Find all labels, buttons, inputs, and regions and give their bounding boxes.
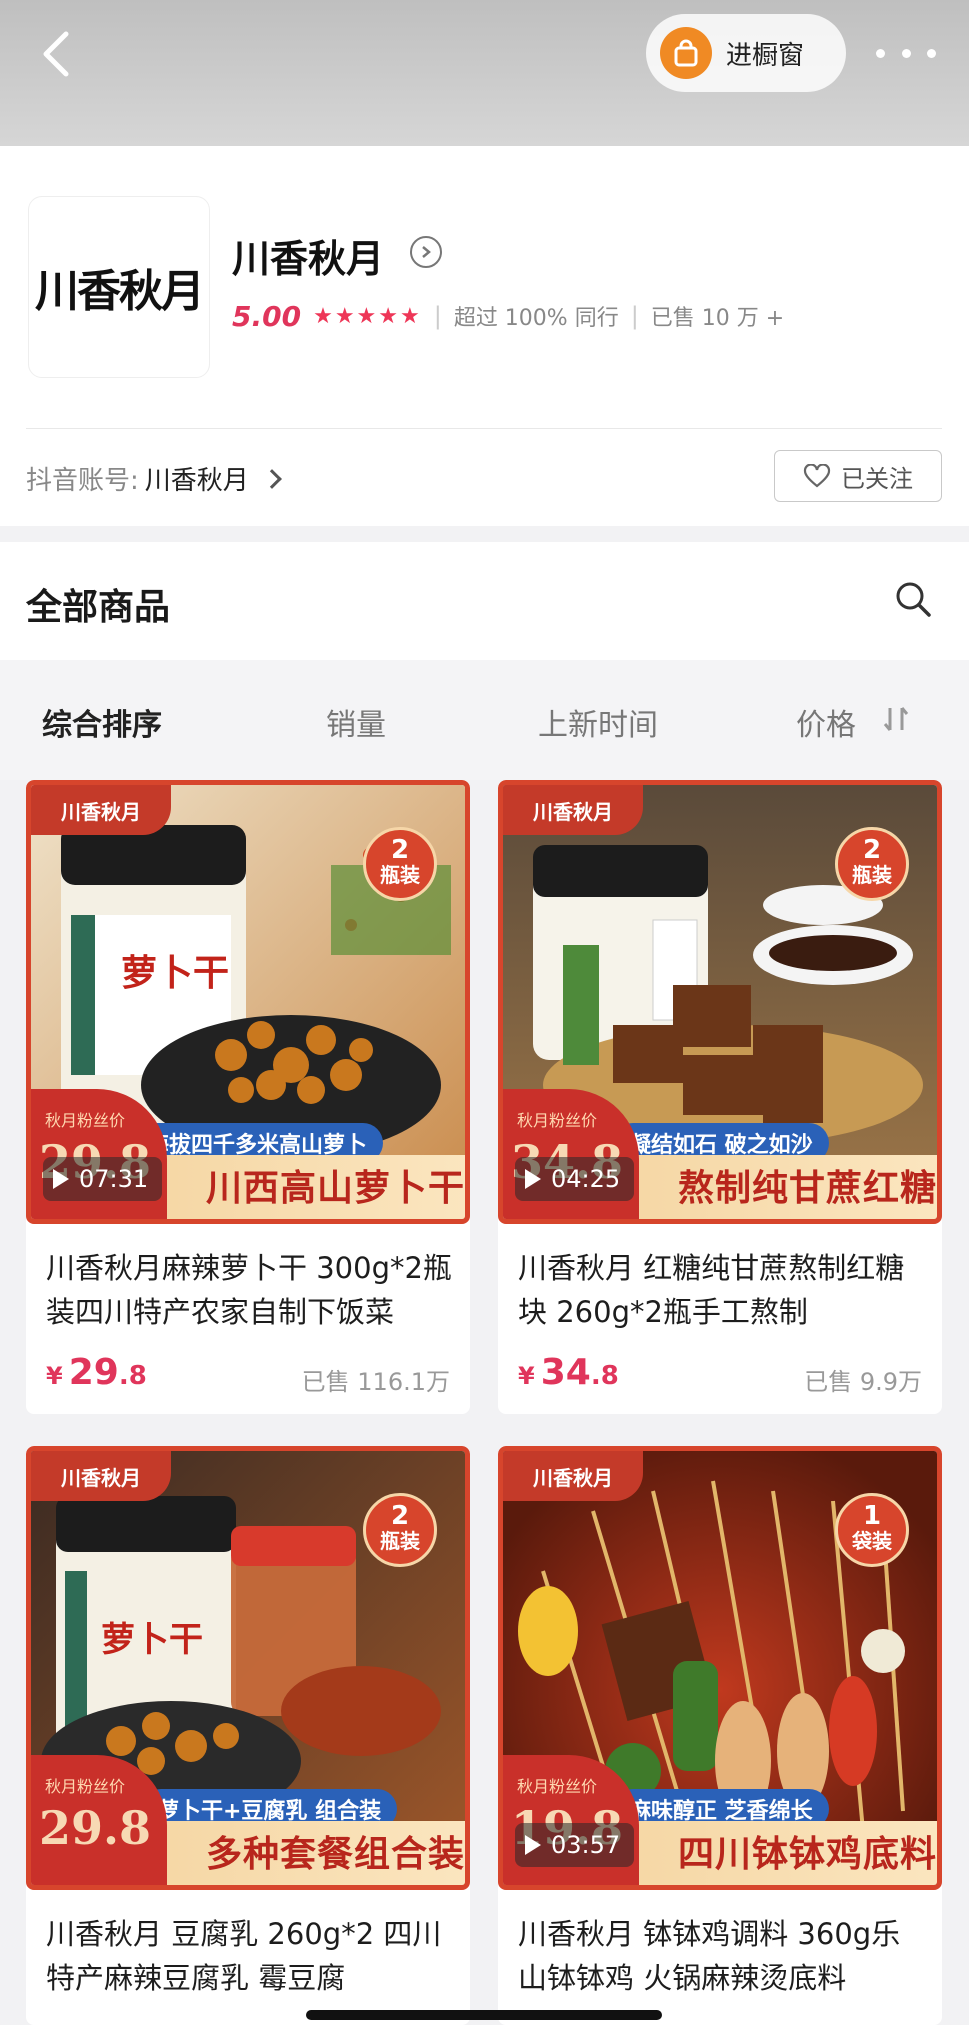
play-icon — [525, 1835, 541, 1855]
product-price: ¥29.8 — [46, 1352, 147, 1393]
product-title[interactable]: 川香秋月 红糖纯甘蔗熬制红糖块 260g*2瓶手工熬制 — [518, 1246, 928, 1334]
product-sold: 已售 9.9万 — [804, 1368, 922, 1396]
more-options-icon[interactable] — [876, 30, 936, 76]
shop-name[interactable]: 川香秋月 — [232, 228, 384, 283]
brand-tag: 川香秋月 — [503, 785, 643, 835]
shop-detail-chevron-icon[interactable] — [410, 236, 442, 268]
svg-text:萝卜干: 萝卜干 — [121, 952, 229, 994]
enter-window-label: 进橱窗 — [726, 40, 805, 71]
product-card[interactable]: 川香秋月 1袋装 麻味醇正 芝香绵长 四川钵钵鸡底料 秋月粉丝价 19.8 03… — [498, 1446, 942, 2025]
shopping-bag-icon — [660, 27, 712, 79]
pack-badge: 2 瓶装 — [363, 827, 437, 901]
pack-badge: 2 瓶装 — [835, 827, 909, 901]
heart-icon — [803, 464, 831, 488]
pack-badge: 2 瓶装 — [363, 1493, 437, 1567]
sort-newest[interactable]: 上新时间 — [538, 700, 658, 744]
sort-comprehensive[interactable]: 综合排序 — [42, 700, 162, 744]
video-duration[interactable]: 07:31 — [43, 1157, 163, 1201]
play-icon — [53, 1169, 69, 1189]
product-image[interactable]: 萝卜干 川香秋月 2 瓶装 萝卜干+豆腐乳 组合装 多种套餐组合装 秋月粉丝价 2… — [26, 1446, 470, 1890]
product-price: ¥34.8 — [518, 1352, 619, 1393]
product-card[interactable]: 萝卜干 川香秋月 2瓶装 海拔四千多米高山萝卜 川西高山萝卜干 秋月粉丝价 29… — [26, 780, 470, 1414]
sort-price[interactable]: 价格 — [796, 700, 856, 744]
shop-logo[interactable]: 川香秋月 — [28, 196, 210, 378]
chevron-right-icon — [261, 468, 282, 489]
home-indicator[interactable] — [306, 2010, 662, 2020]
product-card[interactable]: 萝卜干 川香秋月 2 瓶装 萝卜干+豆腐乳 组合装 多种套餐组合装 秋月粉丝价 2… — [26, 1446, 470, 2025]
play-icon — [525, 1169, 541, 1189]
all-goods-title: 全部商品 — [26, 587, 171, 628]
follow-label: 已关注 — [841, 464, 913, 493]
brand-tag: 川香秋月 — [31, 785, 171, 835]
svg-text:萝卜干: 萝卜干 — [101, 1620, 203, 1660]
account-label: 抖音账号: — [26, 466, 139, 496]
product-sold: 已售 116.1万 — [301, 1368, 450, 1396]
pack-badge: 1 袋装 — [835, 1493, 909, 1567]
product-image[interactable]: 萝卜干 川香秋月 2瓶装 海拔四千多米高山萝卜 川西高山萝卜干 秋月粉丝价 29… — [26, 780, 470, 1224]
shop-score: 5.00 — [232, 299, 302, 333]
product-image[interactable]: 川香秋月 1袋装 麻味醇正 芝香绵长 四川钵钵鸡底料 秋月粉丝价 19.8 03… — [498, 1446, 942, 1890]
back-arrow-icon[interactable] — [36, 26, 76, 82]
sort-sales[interactable]: 销量 — [326, 700, 386, 744]
product-card[interactable]: 川香秋月 2瓶装 凝结如石 破之如沙 熬制纯甘蔗红糖 秋月粉丝价 34.8 04… — [498, 780, 942, 1414]
search-icon[interactable] — [894, 580, 932, 618]
product-image[interactable]: 川香秋月 2瓶装 凝结如石 破之如沙 熬制纯甘蔗红糖 秋月粉丝价 34.8 04… — [498, 780, 942, 1224]
top-bar: 进橱窗 — [0, 0, 969, 146]
total-sold: 已售 10 万 + — [650, 306, 785, 331]
divider — [26, 428, 942, 429]
sort-bar: 综合排序 销量 上新时间 价格 — [0, 660, 969, 780]
video-duration[interactable]: 03:57 — [515, 1823, 635, 1867]
product-title[interactable]: 川香秋月 钵钵鸡调料 360g乐山钵钵鸡 火锅麻辣烫底料 — [518, 1912, 928, 2000]
sort-arrows-icon[interactable] — [882, 704, 910, 734]
shop-header: 川香秋月 川香秋月 5.00 ★★★★★ | 超过 100% 同行 | 已售 1… — [0, 146, 969, 526]
account-name: 川香秋月 — [144, 466, 249, 496]
product-title[interactable]: 川香秋月麻辣萝卜干 300g*2瓶装四川特产农家自制下饭菜 — [46, 1246, 456, 1334]
follow-button[interactable]: 已关注 — [774, 450, 942, 502]
goods-header: 全部商品 — [0, 542, 969, 660]
brand-tag: 川香秋月 — [503, 1451, 643, 1501]
shop-rating-row: 5.00 ★★★★★ | 超过 100% 同行 | 已售 10 万 + — [232, 299, 785, 333]
star-rating-icons: ★★★★★ — [313, 303, 422, 329]
douyin-account-link[interactable]: 抖音账号: 川香秋月 — [26, 460, 282, 497]
shop-logo-text: 川香秋月 — [35, 266, 205, 317]
product-title[interactable]: 川香秋月 豆腐乳 260g*2 四川特产麻辣豆腐乳 霉豆腐 — [46, 1912, 456, 2000]
video-duration[interactable]: 04:25 — [515, 1157, 635, 1201]
enter-window-button[interactable]: 进橱窗 — [646, 14, 846, 92]
brand-tag: 川香秋月 — [31, 1451, 171, 1501]
peer-comparison: 超过 100% 同行 — [453, 306, 619, 331]
